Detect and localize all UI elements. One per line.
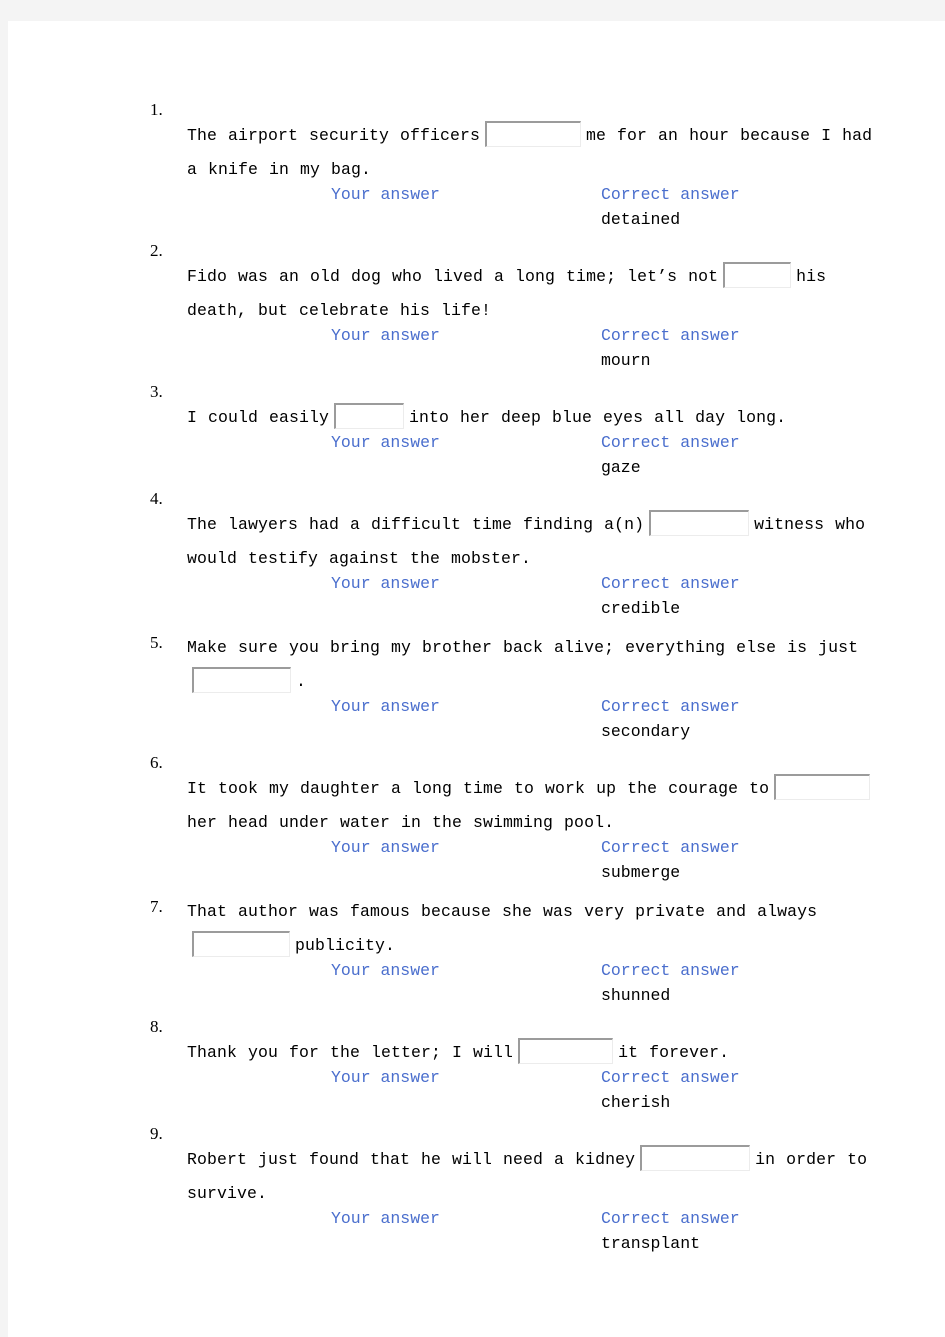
blank-answer-input[interactable] <box>723 261 792 288</box>
answers-row: Your answer Correct answer detained <box>150 185 880 237</box>
question-prompt: Thank you for the letter; I will it forev… <box>187 1036 880 1070</box>
answers-row: Your answer Correct answer mourn <box>150 326 880 378</box>
question-number: 3. <box>150 382 163 401</box>
correct-answer-label: Correct answer <box>601 1068 740 1087</box>
answers-row: Your answer Correct answer shunned <box>150 961 880 1013</box>
question-number: 8. <box>150 1017 163 1036</box>
question-item: 4. The lawyers had a difficult time findi… <box>150 490 880 626</box>
answers-row: Your answer Correct answer transplant <box>150 1209 880 1261</box>
answers-row: Your answer Correct answer submerge <box>150 838 880 890</box>
prompt-text-after-blank: . <box>296 672 307 691</box>
prompt-text-before-blank: It took my daughter a long time to work … <box>187 779 770 798</box>
correct-answer-value: mourn <box>601 351 651 370</box>
document-page: 1. The airport security officers me for an… <box>8 21 945 1337</box>
your-answer-label: Your answer <box>331 433 440 452</box>
your-answer-label: Your answer <box>331 1068 440 1087</box>
blank-answer-input[interactable] <box>518 1037 614 1064</box>
correct-answer-value: gaze <box>601 458 641 477</box>
blank-answer-input[interactable] <box>485 120 582 147</box>
question-number: 1. <box>150 100 163 119</box>
correct-answer-label: Correct answer <box>601 697 740 716</box>
question-number: 4. <box>150 489 163 508</box>
question-item: 7. That author was famous because she was… <box>150 895 880 1013</box>
question-prompt: The airport security officers me for an h… <box>187 119 880 187</box>
your-answer-label: Your answer <box>331 697 440 716</box>
answers-row: Your answer Correct answer credible <box>150 574 880 626</box>
prompt-text-after-blank: into her deep blue eyes all day long. <box>409 408 787 427</box>
prompt-text-after-blank: publicity. <box>295 936 396 955</box>
correct-answer-label: Correct answer <box>601 433 740 452</box>
question-number: 2. <box>150 241 163 260</box>
your-answer-label: Your answer <box>331 185 440 204</box>
correct-answer-value: cherish <box>601 1093 671 1112</box>
prompt-text-before-blank: Thank you for the letter; I will <box>187 1043 514 1062</box>
correct-answer-value: credible <box>601 599 681 618</box>
your-answer-label: Your answer <box>331 574 440 593</box>
correct-answer-value: detained <box>601 210 681 229</box>
blank-answer-input[interactable] <box>649 509 750 536</box>
question-item: 8. Thank you for the letter; I will it for… <box>150 1018 880 1120</box>
your-answer-label: Your answer <box>331 326 440 345</box>
question-number: 9. <box>150 1124 163 1143</box>
blank-answer-input[interactable] <box>334 402 405 429</box>
correct-answer-label: Correct answer <box>601 961 740 980</box>
prompt-text-before-blank: The lawyers had a difficult time finding… <box>187 515 645 534</box>
your-answer-label: Your answer <box>331 1209 440 1228</box>
correct-answer-value: secondary <box>601 722 691 741</box>
blank-answer-input[interactable] <box>640 1144 751 1171</box>
question-number: 6. <box>150 753 163 772</box>
correct-answer-label: Correct answer <box>601 326 740 345</box>
question-prompt: Fido was an old dog who lived a long tim… <box>187 260 880 328</box>
prompt-text-after-blank: her head under water in the swimming poo… <box>187 813 615 832</box>
prompt-text-before-blank: Robert just found that he will need a ki… <box>187 1150 636 1169</box>
your-answer-label: Your answer <box>331 961 440 980</box>
correct-answer-label: Correct answer <box>601 574 740 593</box>
prompt-text-before-blank: The airport security officers <box>187 126 481 145</box>
question-number: 5. <box>150 633 163 652</box>
correct-answer-value: submerge <box>601 863 681 882</box>
correct-answer-value: shunned <box>601 986 671 1005</box>
correct-answer-label: Correct answer <box>601 1209 740 1228</box>
quiz-question-list: 1. The airport security officers me for an… <box>150 101 880 1266</box>
question-item: 9. Robert just found that he will need a … <box>150 1125 880 1261</box>
question-prompt: That author was famous because she was v… <box>187 895 880 963</box>
question-item: 3. I could easily into her deep blue eyes … <box>150 383 880 485</box>
question-prompt: Robert just found that he will need a ki… <box>187 1143 880 1211</box>
blank-answer-input[interactable] <box>192 930 290 957</box>
correct-answer-label: Correct answer <box>601 185 740 204</box>
prompt-text-after-blank: it forever. <box>618 1043 730 1062</box>
question-prompt: The lawyers had a difficult time finding… <box>187 508 880 576</box>
correct-answer-label: Correct answer <box>601 838 740 857</box>
prompt-text-before-blank: Make sure you bring my brother back aliv… <box>187 638 859 657</box>
blank-answer-input[interactable] <box>192 666 291 693</box>
question-prompt: I could easily into her deep blue eyes al… <box>187 401 880 435</box>
question-item: 2. Fido was an old dog who lived a long t… <box>150 242 880 378</box>
prompt-text-before-blank: I could easily <box>187 408 330 427</box>
question-item: 5. Make sure you bring my brother back al… <box>150 631 880 749</box>
question-item: 1. The airport security officers me for an… <box>150 101 880 237</box>
prompt-text-before-blank: That author was famous because she was v… <box>187 902 818 921</box>
your-answer-label: Your answer <box>331 838 440 857</box>
answers-row: Your answer Correct answer gaze <box>150 433 880 485</box>
question-number: 7. <box>150 897 163 916</box>
answers-row: Your answer Correct answer cherish <box>150 1068 880 1120</box>
blank-answer-input[interactable] <box>774 773 871 800</box>
question-prompt: It took my daughter a long time to work … <box>187 772 880 840</box>
question-prompt: Make sure you bring my brother back aliv… <box>187 631 880 699</box>
question-item: 6. It took my daughter a long time to wor… <box>150 754 880 890</box>
answers-row: Your answer Correct answer secondary <box>150 697 880 749</box>
prompt-text-before-blank: Fido was an old dog who lived a long tim… <box>187 267 719 286</box>
correct-answer-value: transplant <box>601 1234 701 1253</box>
